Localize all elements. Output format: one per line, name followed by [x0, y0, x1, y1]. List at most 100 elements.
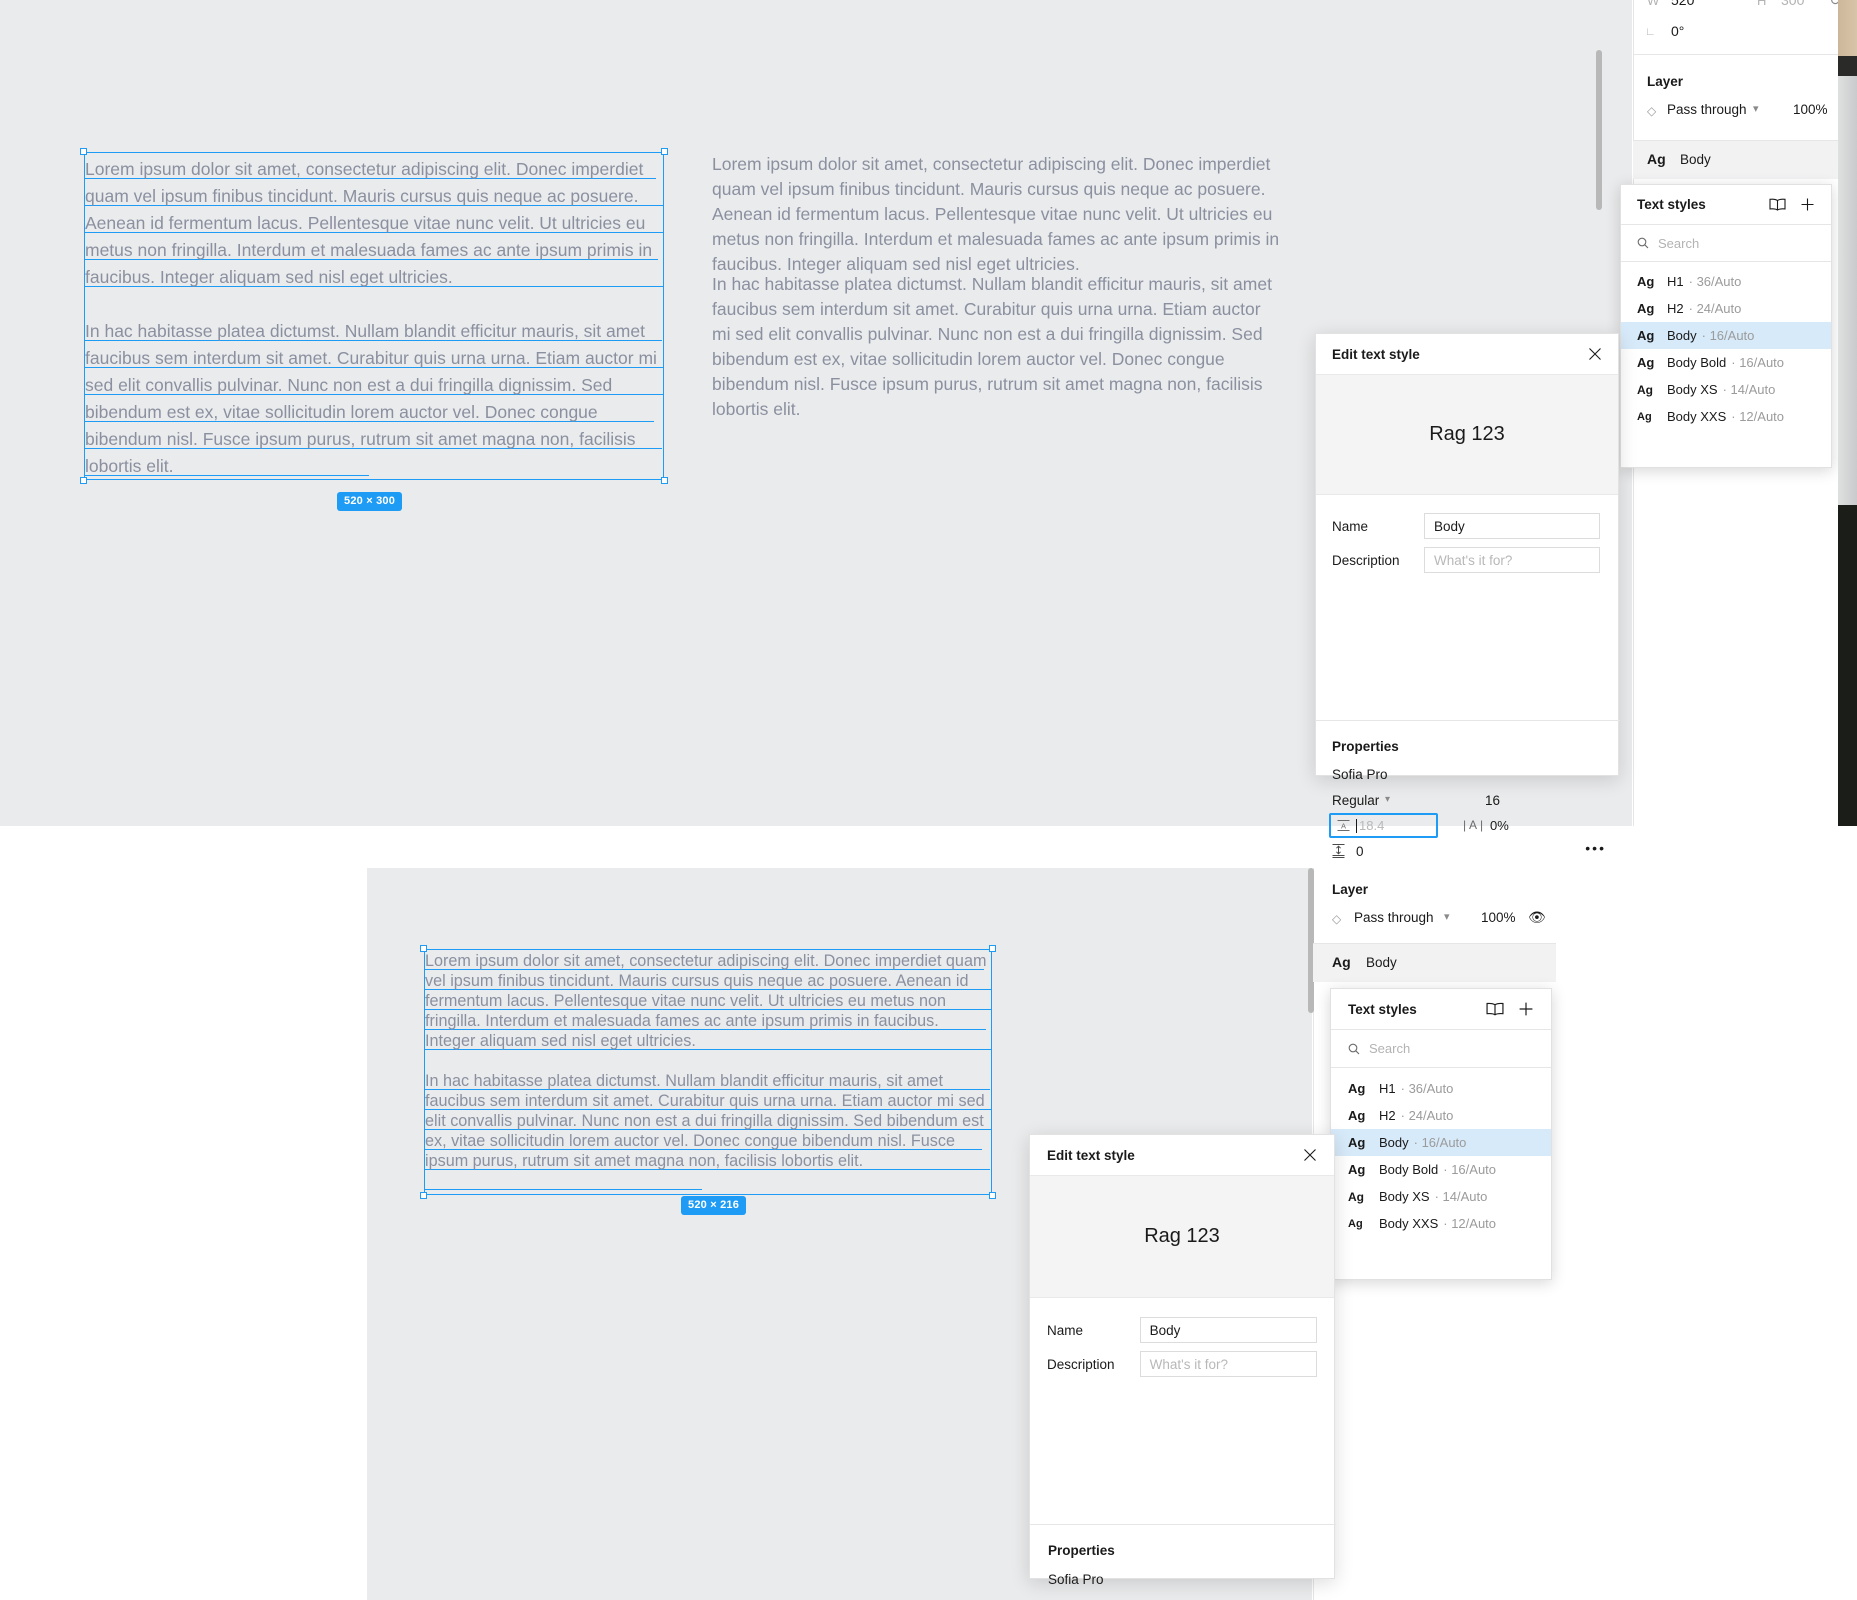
bottom-modal-name-label: Name [1047, 1322, 1084, 1338]
style-size: · 16/Auto [1731, 355, 1785, 370]
top-line-height-input[interactable]: A 18.4 [1329, 813, 1438, 838]
style-name: Body Bold [1379, 1162, 1439, 1177]
layer-opacity-value[interactable]: 100% [1481, 910, 1516, 925]
layer-opacity-value[interactable]: 100% [1793, 102, 1828, 117]
style-name: Body XXS [1667, 409, 1727, 424]
text-style-item-body[interactable]: Ag Body · 16/Auto [1621, 322, 1831, 349]
style-size: · 16/Auto [1443, 1162, 1497, 1177]
top-modal-title: Edit text style [1332, 346, 1420, 362]
add-style-plus-icon[interactable] [1518, 1001, 1534, 1017]
height-value[interactable]: 300 [1781, 0, 1804, 8]
top-text-styles-popover: Text styles Search Ag H1 · 36/Auto Ag H2… [1620, 184, 1832, 468]
bottom-text-styles-search[interactable]: Search [1331, 1030, 1551, 1068]
text-style-item-body-xs[interactable]: Ag Body XS · 14/Auto [1621, 376, 1831, 403]
close-icon[interactable] [1303, 1148, 1317, 1162]
top-modal-more-options-button[interactable]: ••• [1585, 840, 1606, 856]
text-style-item-body-xxs[interactable]: Ag Body XXS · 12/Auto [1621, 403, 1831, 430]
top-paragraph-spacing-value[interactable]: 0 [1356, 844, 1364, 859]
top-modal-name-label: Name [1332, 518, 1369, 534]
style-name: Body XS [1667, 382, 1718, 397]
style-size: · 12/Auto [1731, 409, 1785, 424]
bottom-font-family[interactable]: Sofia Pro [1048, 1572, 1104, 1587]
search-icon [1348, 1043, 1360, 1054]
style-name: Body XXS [1379, 1216, 1439, 1231]
top-modal-description-row: Description What's it for? [1316, 547, 1618, 573]
bottom-modal-description-label: Description [1047, 1356, 1115, 1372]
text-style-item-body[interactable]: Ag Body · 16/Auto [1331, 1129, 1551, 1156]
text-style-item-h1[interactable]: Ag H1 · 36/Auto [1331, 1075, 1551, 1102]
top-font-family[interactable]: Sofia Pro [1332, 767, 1388, 782]
bottom-modal-description-input[interactable]: What's it for? [1139, 1351, 1317, 1377]
top-letter-spacing-value[interactable]: 0% [1490, 818, 1509, 833]
bottom-properties-label: Properties [1048, 1543, 1115, 1558]
style-size: · 24/Auto [1688, 301, 1742, 316]
blend-mode-value[interactable]: Pass through [1667, 102, 1747, 117]
style-name: Body XS [1379, 1189, 1430, 1204]
style-size: · 36/Auto [1400, 1081, 1454, 1096]
bottom-applied-text-style-row[interactable]: Ag Body [1313, 944, 1556, 982]
top-line-height-placeholder: 18.4 [1359, 818, 1385, 833]
text-style-item-h1[interactable]: Ag H1 · 36/Auto [1621, 268, 1831, 295]
ag-icon: Ag [1348, 1162, 1366, 1177]
rotation-value[interactable]: 0° [1671, 23, 1684, 39]
text-style-item-body-bold[interactable]: Ag Body Bold · 16/Auto [1621, 349, 1831, 376]
top-panel-divider-1 [1633, 54, 1857, 55]
top-text-styles-search[interactable]: Search [1621, 225, 1831, 262]
top-modal-name-input[interactable]: Body [1424, 513, 1600, 539]
width-value[interactable]: 520 [1671, 0, 1694, 8]
chevron-down-icon[interactable]: ▾ [1444, 910, 1450, 923]
text-caret [1356, 818, 1357, 833]
resize-handle-tr[interactable] [661, 148, 668, 155]
style-name: H2 [1667, 301, 1684, 316]
top-modal-preview-text: Rag 123 [1429, 423, 1505, 445]
text-style-item-h2[interactable]: Ag H2 · 24/Auto [1331, 1102, 1551, 1129]
bottom-layer-section: Layer ◇ Pass through ▾ 100% 👁 [1313, 875, 1556, 937]
text-style-item-body-bold[interactable]: Ag Body Bold · 16/Auto [1331, 1156, 1551, 1183]
close-icon[interactable] [1588, 347, 1602, 361]
top-modal-description-input[interactable]: What's it for? [1424, 547, 1600, 573]
baseline-guide [424, 1189, 702, 1190]
top-modal-properties: Properties Sofia Pro Regular ▾ 16 A 18.4… [1316, 720, 1620, 859]
bottom-modal-name-input[interactable]: Body [1139, 1317, 1317, 1343]
chevron-down-icon[interactable]: ▾ [1753, 102, 1759, 115]
top-modal-name-value: Body [1434, 518, 1465, 534]
top-modal-name-row: Name Body [1316, 513, 1618, 539]
style-size: · 16/Auto [1701, 328, 1755, 343]
resize-handle-bl[interactable] [420, 1192, 427, 1199]
top-right-edge-photo [1838, 0, 1857, 826]
bottom-modal-header: Edit text style [1030, 1135, 1334, 1176]
text-style-item-body-xs[interactable]: Ag Body XS · 14/Auto [1331, 1183, 1551, 1210]
bottom-selection-size-badge: 520 × 216 [681, 1196, 747, 1215]
ag-icon: Ag [1637, 274, 1655, 289]
top-applied-text-style-row[interactable]: Ag Body [1633, 141, 1857, 179]
library-book-icon[interactable] [1769, 198, 1786, 211]
top-reference-paragraph-2: In hac habitasse platea dictumst. Nullam… [712, 274, 1277, 419]
chevron-down-icon[interactable]: ▾ [1385, 794, 1390, 805]
style-name: Body [1667, 328, 1697, 343]
bottom-modal-description-row: Description What's it for? [1030, 1351, 1334, 1377]
text-style-item-body-xxs[interactable]: Ag Body XXS · 12/Auto [1331, 1210, 1551, 1237]
bottom-lorem-paragraph-2: In hac habitasse platea dictumst. Nullam… [425, 1072, 990, 1170]
resize-handle-br[interactable] [989, 1192, 996, 1199]
bottom-modal-name-value: Body [1149, 1322, 1181, 1338]
bottom-text-styles-search-placeholder: Search [1369, 1041, 1411, 1056]
ag-icon: Ag [1637, 382, 1653, 397]
bottom-modal-preview-text: Rag 123 [1144, 1225, 1220, 1247]
bottom-modal-description-placeholder: What's it for? [1149, 1356, 1228, 1372]
top-text-styles-search-placeholder: Search [1658, 235, 1700, 251]
visibility-eye-icon[interactable]: 👁 [1528, 909, 1546, 926]
bottom-selected-text-frame[interactable]: Lorem ipsum dolor sit amet, consectetur … [420, 945, 996, 1199]
text-style-item-h2[interactable]: Ag H2 · 24/Auto [1621, 295, 1831, 322]
library-book-icon[interactable] [1486, 1002, 1504, 1016]
top-rotation-row: ∟ 0° [1633, 22, 1857, 44]
top-font-size[interactable]: 16 [1485, 793, 1500, 808]
top-font-weight[interactable]: Regular [1332, 793, 1379, 808]
bottom-text-styles-list: Ag H1 · 36/Auto Ag H2 · 24/Auto Ag Body … [1331, 1068, 1551, 1237]
ag-icon: Ag [1637, 355, 1655, 370]
resize-handle-tl[interactable] [80, 148, 87, 155]
blend-mode-value[interactable]: Pass through [1354, 910, 1434, 925]
add-style-plus-icon[interactable] [1800, 197, 1815, 212]
ag-icon: Ag [1637, 328, 1655, 343]
top-selected-text-frame[interactable]: Lorem ipsum dolor sit amet, consectetur … [80, 148, 668, 484]
top-panel-scrollbar[interactable] [1596, 50, 1602, 210]
